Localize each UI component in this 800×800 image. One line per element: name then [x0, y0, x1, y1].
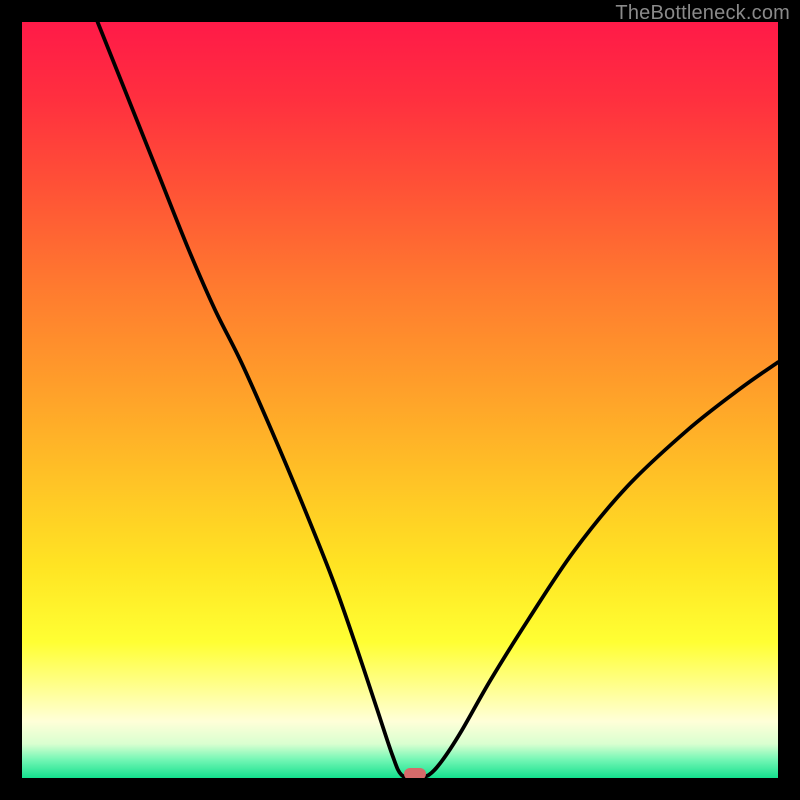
plot-area [22, 22, 778, 778]
minimum-marker [404, 768, 426, 778]
bottleneck-curve [98, 22, 778, 778]
chart-stage: TheBottleneck.com [0, 0, 800, 800]
curve-layer [22, 22, 778, 778]
